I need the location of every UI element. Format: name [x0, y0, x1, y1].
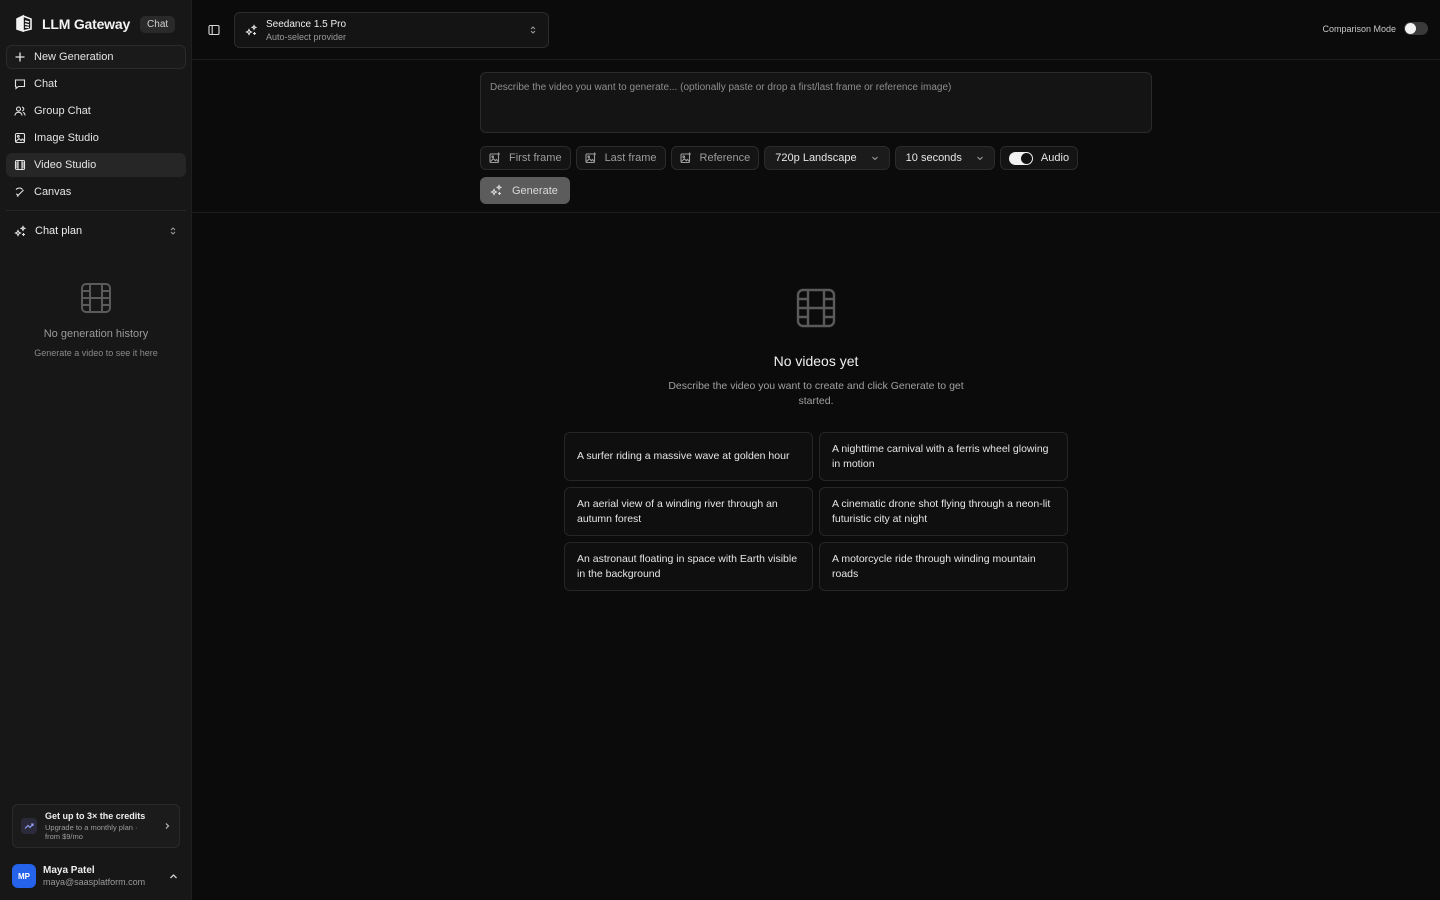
users-icon [14, 105, 26, 117]
history-empty-title: No generation history [43, 328, 149, 340]
upgrade-title: Get up to 3× the credits [45, 811, 146, 821]
generate-button[interactable]: Generate [480, 177, 570, 204]
model-provider: Auto-select provider [266, 31, 347, 42]
composer-controls: First frame Last frame Reference 720p La… [480, 146, 1152, 170]
image-plus-icon [679, 152, 692, 164]
prompt-input[interactable] [480, 72, 1152, 133]
resolution-select[interactable]: 720p Landscape [764, 146, 890, 170]
chevron-up-down-icon [528, 25, 538, 35]
reference-button[interactable]: Reference [670, 146, 760, 170]
audio-toggle[interactable] [1008, 151, 1033, 165]
comparison-mode-label: Comparison Mode [1322, 23, 1396, 34]
suggestion-grid: A surfer riding a massive wave at golden… [564, 432, 1068, 591]
sparkles-icon [490, 184, 503, 197]
image-icon [14, 132, 26, 144]
sidebar-toggle-icon[interactable] [208, 24, 220, 36]
main-area: Seedance 1.5 Pro Auto-select provider Co… [192, 0, 1440, 900]
suggestion-card[interactable]: A surfer riding a massive wave at golden… [564, 432, 813, 481]
sidebar-item-label: Canvas [34, 186, 72, 198]
sidebar-item-image-studio[interactable]: Image Studio [6, 126, 186, 150]
composer-divider [192, 212, 1440, 213]
suggestion-card[interactable]: An astronaut floating in space with Eart… [564, 542, 813, 591]
user-name: Maya Patel [43, 865, 95, 876]
chevron-up-icon [169, 872, 178, 881]
comparison-mode-toggle[interactable] [1404, 22, 1428, 35]
chevron-up-down-icon [168, 226, 178, 236]
duration-value: 10 seconds [905, 152, 962, 164]
sidebar-item-video-studio[interactable]: Video Studio [6, 153, 186, 177]
suggestion-card[interactable]: A cinematic drone shot flying through a … [819, 487, 1068, 536]
film-icon [80, 282, 112, 314]
model-name: Seedance 1.5 Pro [266, 18, 347, 30]
chevron-down-icon [871, 154, 879, 162]
canvas-brush-icon [14, 186, 26, 198]
sidebar-nav: New Generation Chat Group Chat Image Stu… [6, 45, 186, 207]
history-empty-subtitle: Generate a video to see it here [34, 348, 158, 358]
sparkles-icon [245, 23, 258, 37]
empty-title: No videos yet [773, 353, 859, 369]
top-bar: Seedance 1.5 Pro Auto-select provider Co… [192, 0, 1440, 60]
reference-label: Reference [699, 152, 751, 164]
first-frame-label: First frame [509, 152, 562, 164]
sidebar-item-label: Chat [34, 78, 58, 90]
user-menu[interactable]: MP Maya Patel maya@saasplatform.com [12, 864, 182, 888]
new-generation-label: New Generation [34, 51, 114, 63]
suggestion-card[interactable]: A motorcycle ride through winding mounta… [819, 542, 1068, 591]
film-icon [14, 159, 26, 171]
model-selector[interactable]: Seedance 1.5 Pro Auto-select provider [234, 12, 549, 48]
sidebar-item-label: Image Studio [34, 132, 99, 144]
history-empty-state: No generation history Generate a video t… [0, 282, 192, 358]
last-frame-label: Last frame [604, 152, 657, 164]
plus-icon [14, 51, 26, 63]
sidebar-item-label: Group Chat [34, 105, 91, 117]
suggestion-card[interactable]: An aerial view of a winding river throug… [564, 487, 813, 536]
empty-description: Describe the video you want to create an… [668, 380, 964, 407]
plan-label: Chat plan [35, 225, 83, 237]
brand-badge: Chat [140, 15, 176, 33]
new-generation-button[interactable]: New Generation [6, 45, 186, 69]
image-plus-icon [585, 152, 597, 164]
duration-select[interactable]: 10 seconds [894, 146, 995, 170]
generate-label: Generate [512, 184, 558, 197]
sidebar-item-label: Video Studio [34, 159, 97, 171]
avatar: MP [12, 864, 36, 888]
composer: First frame Last frame Reference 720p La… [480, 72, 1152, 204]
comparison-mode: Comparison Mode [1322, 22, 1428, 35]
audio-control: Audio [999, 146, 1079, 170]
upgrade-banner[interactable]: Get up to 3× the credits Upgrade to a mo… [12, 804, 180, 848]
first-frame-button[interactable]: First frame [480, 146, 571, 170]
sidebar-divider [6, 210, 186, 211]
sidebar-item-chat[interactable]: Chat [6, 72, 186, 96]
upgrade-subtitle: Upgrade to a monthly plan · from $9/mo [45, 823, 138, 841]
trending-up-icon [21, 818, 37, 834]
chevron-down-icon [976, 154, 984, 162]
last-frame-button[interactable]: Last frame [575, 146, 666, 170]
sidebar-item-group-chat[interactable]: Group Chat [6, 99, 186, 123]
brand-name: LLM Gateway [42, 16, 131, 32]
chat-bubble-icon [14, 78, 26, 90]
brand[interactable]: LLM Gateway Chat [14, 12, 176, 36]
image-plus-icon [489, 152, 501, 164]
user-email: maya@saasplatform.com [43, 877, 146, 887]
film-icon [796, 288, 836, 328]
videos-empty-state: No videos yet Describe the video you wan… [564, 288, 1068, 409]
plan-selector[interactable]: Chat plan [10, 221, 180, 241]
resolution-value: 720p Landscape [775, 152, 857, 164]
brand-logo-icon [14, 14, 34, 34]
sidebar-item-canvas[interactable]: Canvas [6, 180, 186, 204]
sidebar: LLM Gateway Chat New Generation Chat Gro… [0, 0, 192, 900]
sparkles-icon [14, 224, 27, 238]
chevron-right-icon [163, 822, 171, 830]
suggestion-card[interactable]: A nighttime carnival with a ferris wheel… [819, 432, 1068, 481]
audio-label: Audio [1040, 152, 1070, 164]
